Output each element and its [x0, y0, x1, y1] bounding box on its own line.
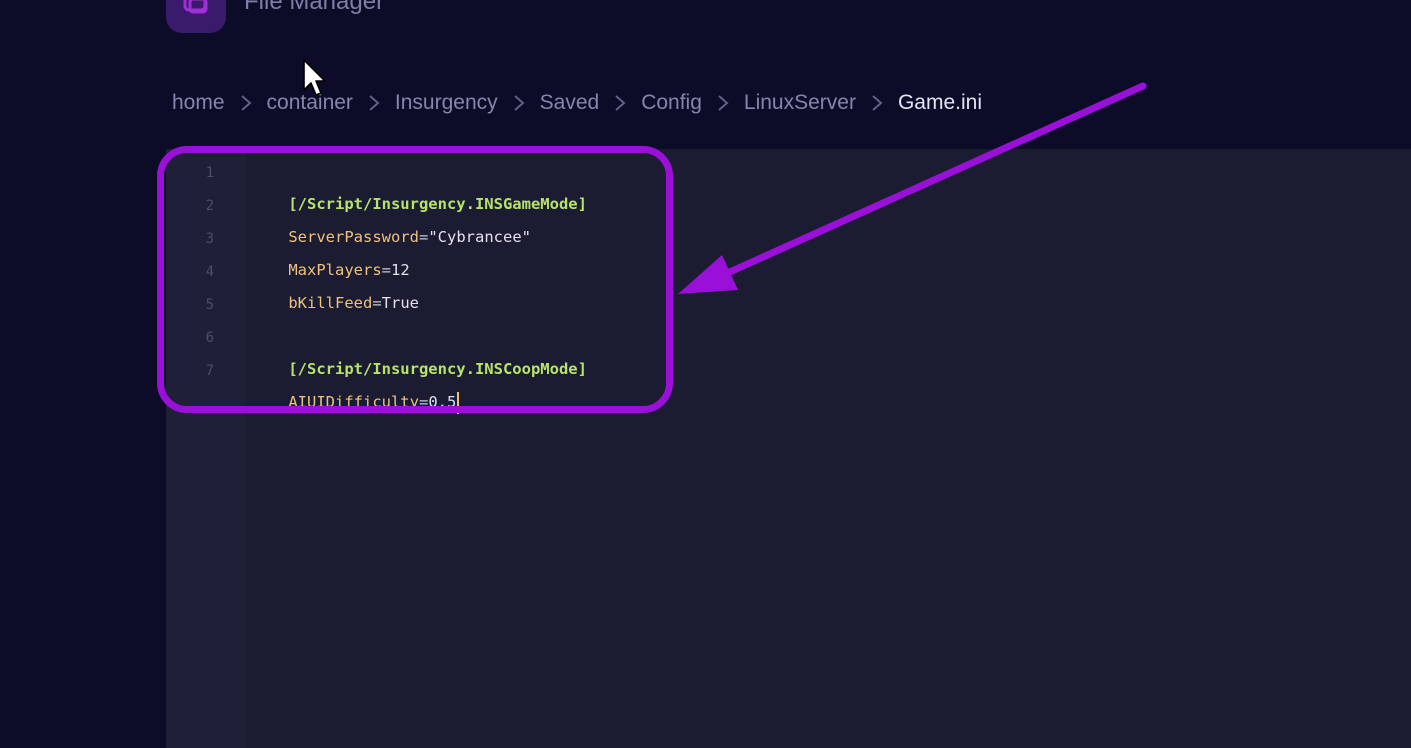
code-line[interactable]: bKillFeed=True — [251, 254, 419, 312]
chevron-right-icon — [702, 94, 744, 112]
code-line[interactable]: MaxPlayers=12 — [251, 221, 409, 279]
line-number: 2 — [205, 198, 214, 214]
code-line[interactable]: ServerPassword="Cybrancee" — [251, 188, 531, 246]
code-editor[interactable]: 1 2 3 4 5 6 7 [/Script/Insurgency.INSGam… — [166, 149, 1411, 748]
ini-key: bKillFeed — [288, 294, 373, 312]
line-number-gutter: 1 2 3 4 5 6 7 — [166, 149, 246, 748]
text-cursor — [457, 391, 460, 414]
ini-equals: = — [372, 294, 382, 312]
ini-value: "Cybrancee" — [428, 228, 531, 246]
breadcrumb-home[interactable]: home — [172, 91, 225, 115]
chevron-right-icon — [856, 94, 898, 112]
breadcrumb-saved[interactable]: Saved — [540, 91, 600, 115]
ini-value: True — [381, 294, 419, 312]
line-number: 3 — [205, 231, 214, 247]
breadcrumb-insurgency[interactable]: Insurgency — [395, 91, 498, 115]
line-number: 4 — [205, 264, 214, 280]
code-line[interactable]: [/Script/Insurgency.INSCoopMode] — [251, 320, 587, 378]
folder-icon — [166, 0, 226, 33]
page-title: File Manager — [244, 0, 385, 15]
breadcrumb-config[interactable]: Config — [641, 91, 702, 115]
chevron-right-icon — [353, 94, 395, 112]
code-line[interactable]: AIUIDifficulty=0.5 — [251, 353, 460, 414]
line-number: 5 — [205, 297, 214, 313]
breadcrumb: home container Insurgency Saved Config L… — [172, 89, 982, 117]
breadcrumb-current-file: Game.ini — [897, 91, 982, 114]
ini-key: AIUIDifficulty — [288, 393, 419, 411]
ini-value: 0.5 — [428, 393, 457, 411]
chevron-right-icon — [599, 94, 641, 112]
code-line[interactable]: [/Script/Insurgency.INSGameMode] — [251, 155, 587, 213]
ini-equals: = — [418, 393, 429, 411]
breadcrumb-linuxserver[interactable]: LinuxServer — [744, 91, 856, 115]
line-number: 6 — [205, 330, 214, 346]
chevron-right-icon — [225, 94, 267, 112]
mouse-pointer-icon — [303, 59, 326, 96]
header: File Manager — [0, 0, 1411, 40]
chevron-right-icon — [498, 94, 540, 112]
line-number: 1 — [205, 165, 214, 181]
ini-equals: = — [418, 228, 429, 246]
line-number: 7 — [205, 363, 214, 379]
